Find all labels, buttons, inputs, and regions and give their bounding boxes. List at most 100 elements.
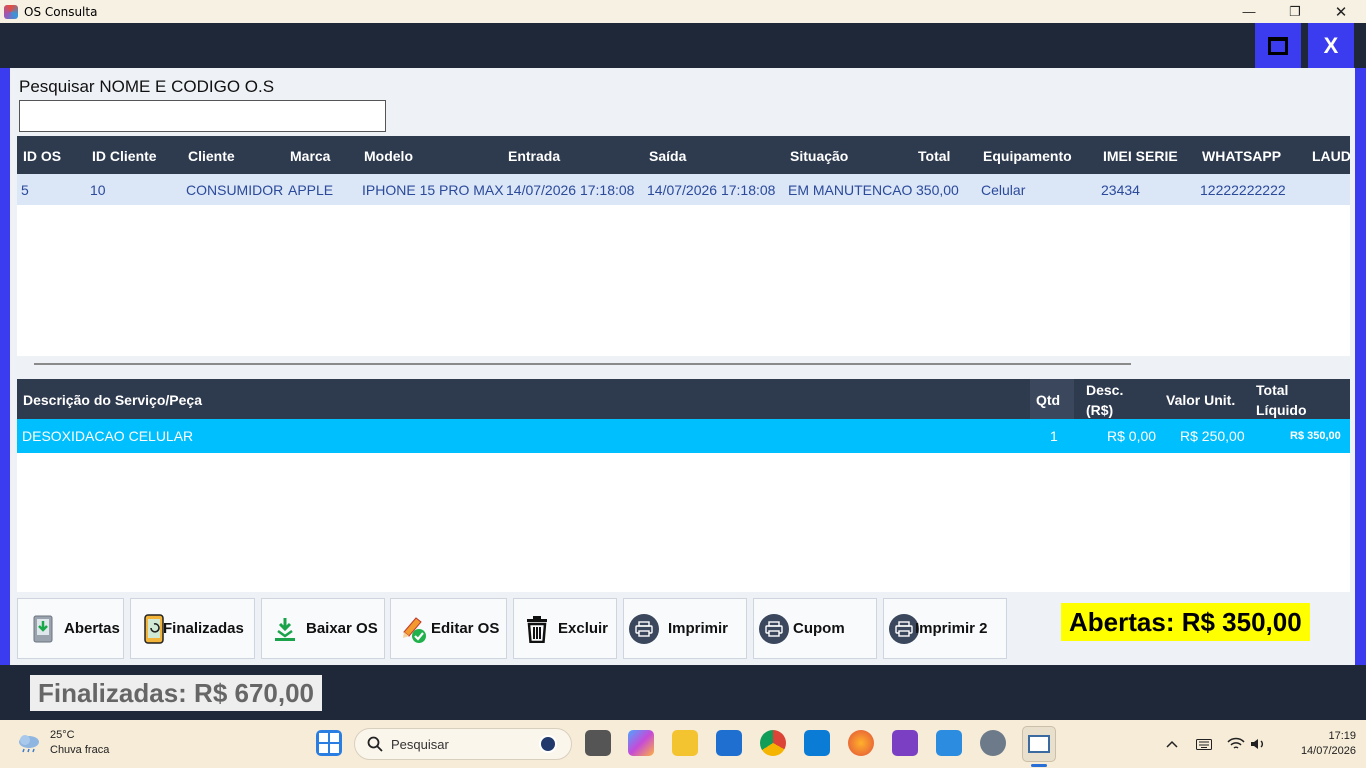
copilot-icon[interactable] bbox=[628, 730, 654, 756]
cell-equipamento: Celular bbox=[981, 182, 1026, 198]
col-situacao[interactable]: Situação bbox=[790, 148, 848, 164]
notepad-icon[interactable] bbox=[936, 730, 962, 756]
os-consulta-app-icon[interactable] bbox=[1022, 726, 1056, 762]
taskbar: 25°C Chuva fraca Pesquisar 17:19 14/07/20… bbox=[0, 720, 1366, 768]
col-laudo[interactable]: LAUDO bbox=[1312, 148, 1350, 164]
table-row[interactable]: 5 10 CONSUMIDOR APPLE IPHONE 15 PRO MAX … bbox=[17, 174, 1350, 205]
download-doc-icon bbox=[28, 614, 58, 644]
taskbar-search-placeholder: Pesquisar bbox=[391, 736, 449, 752]
cell-imei-serie: 23434 bbox=[1101, 182, 1140, 198]
excluir-button[interactable]: Excluir bbox=[513, 598, 617, 659]
list-item[interactable]: DESOXIDACAO CELULAR 1 R$ 0,00 R$ 250,00 … bbox=[17, 419, 1350, 453]
col-saida[interactable]: Saída bbox=[649, 148, 686, 164]
wifi-icon[interactable] bbox=[1227, 720, 1245, 768]
visual-studio-icon[interactable] bbox=[892, 730, 918, 756]
search-icon bbox=[367, 736, 383, 752]
main-panel: Pesquisar NOME E CODIGO O.S ID OS ID Cli… bbox=[10, 68, 1355, 665]
col-descricao[interactable]: Descrição do Serviço/Peça bbox=[23, 390, 202, 410]
app-header: X bbox=[0, 23, 1366, 68]
horizontal-scrollbar[interactable] bbox=[17, 356, 1350, 368]
col-desc-line1[interactable]: Desc. bbox=[1086, 380, 1123, 400]
microsoft-store-icon[interactable] bbox=[716, 730, 742, 756]
cell-modelo: IPHONE 15 PRO MAX bbox=[362, 182, 504, 198]
item-qtd: 1 bbox=[1050, 428, 1058, 444]
col-cliente[interactable]: Cliente bbox=[188, 148, 235, 164]
col-modelo[interactable]: Modelo bbox=[364, 148, 413, 164]
imprimir-2-button[interactable]: Imprimir 2 bbox=[883, 598, 1007, 659]
cell-id-os: 5 bbox=[21, 182, 29, 198]
clock-date: 14/07/2026 bbox=[1300, 745, 1356, 757]
col-entrada[interactable]: Entrada bbox=[508, 148, 560, 164]
left-border bbox=[0, 68, 10, 665]
printer-icon bbox=[629, 613, 659, 644]
minimize-button[interactable]: — bbox=[1226, 0, 1272, 23]
edit-check-icon bbox=[399, 614, 429, 644]
cell-id-cliente: 10 bbox=[90, 182, 106, 198]
vscode-icon[interactable] bbox=[804, 730, 830, 756]
weather-desc: Chuva fraca bbox=[50, 744, 110, 756]
cupom-button[interactable]: Cupom bbox=[753, 598, 877, 659]
item-descricao: DESOXIDACAO CELULAR bbox=[22, 428, 194, 444]
item-desc: R$ 0,00 bbox=[1107, 428, 1157, 444]
baixar-os-button[interactable]: Baixar OS bbox=[261, 598, 385, 659]
scrollbar-thumb[interactable] bbox=[34, 363, 1131, 365]
keyboard-icon[interactable] bbox=[1196, 720, 1212, 768]
col-valor-unit[interactable]: Valor Unit. bbox=[1166, 390, 1235, 410]
window-title: OS Consulta bbox=[24, 4, 98, 19]
col-marca[interactable]: Marca bbox=[290, 148, 330, 164]
cell-situacao: EM MANUTENCAO bbox=[788, 182, 913, 198]
col-total[interactable]: Total bbox=[918, 148, 950, 164]
maximize-icon bbox=[1268, 36, 1288, 55]
settings-gear-icon[interactable] bbox=[980, 730, 1006, 756]
chrome-icon[interactable] bbox=[760, 730, 786, 756]
cell-entrada: 14/07/2026 17:18:08 bbox=[506, 182, 635, 198]
finalizadas-button[interactable]: Finalizadas bbox=[130, 598, 255, 659]
col-equipamento[interactable]: Equipamento bbox=[983, 148, 1072, 164]
search-input[interactable] bbox=[19, 100, 386, 132]
close-form-button[interactable]: X bbox=[1308, 23, 1354, 68]
col-whatsapp[interactable]: WHATSAPP bbox=[1202, 148, 1281, 164]
task-view-icon[interactable] bbox=[585, 730, 611, 756]
imprimir-label: Imprimir bbox=[668, 620, 729, 637]
col-total-line1[interactable]: Total bbox=[1256, 380, 1288, 400]
right-border bbox=[1355, 68, 1366, 665]
tray-chevron-icon[interactable] bbox=[1166, 720, 1178, 768]
editar-os-label: Editar OS bbox=[431, 620, 500, 637]
maximize-button[interactable]: ❐ bbox=[1272, 0, 1318, 23]
windows-start-icon[interactable] bbox=[316, 730, 342, 756]
editar-os-button[interactable]: Editar OS bbox=[390, 598, 507, 659]
cell-saida: 14/07/2026 17:18:08 bbox=[647, 182, 776, 198]
taskbar-clock[interactable]: 17:19 14/07/2026 bbox=[1276, 729, 1356, 759]
col-qtd[interactable]: Qtd bbox=[1036, 390, 1060, 410]
abertas-label: Abertas bbox=[64, 620, 120, 637]
search-label: Pesquisar NOME E CODIGO O.S bbox=[19, 77, 275, 96]
maximize-form-button[interactable] bbox=[1255, 23, 1301, 68]
taskbar-search[interactable]: Pesquisar bbox=[354, 728, 572, 760]
os-grid[interactable]: ID OS ID Cliente Cliente Marca Modelo En… bbox=[17, 136, 1350, 358]
col-desc-line2[interactable]: (R$) bbox=[1086, 400, 1113, 420]
cell-whatsapp: 12222222222 bbox=[1200, 182, 1286, 198]
excluir-label: Excluir bbox=[558, 620, 609, 637]
abertas-button[interactable]: Abertas bbox=[17, 598, 124, 659]
cell-total: 350,00 bbox=[916, 182, 959, 198]
file-explorer-icon[interactable] bbox=[672, 730, 698, 756]
cloud-rain-icon bbox=[19, 735, 39, 753]
close-window-button[interactable]: ✕ bbox=[1318, 0, 1364, 23]
col-id-cliente[interactable]: ID Cliente bbox=[92, 148, 157, 164]
os-grid-header: ID OS ID Cliente Cliente Marca Modelo En… bbox=[17, 136, 1350, 174]
item-total: R$ 350,00 bbox=[1290, 430, 1341, 442]
volume-icon[interactable] bbox=[1250, 720, 1266, 768]
col-imei-serie[interactable]: IMEI SERIE bbox=[1103, 148, 1178, 164]
footer-bar: Finalizadas: R$ 670,00 bbox=[0, 665, 1366, 720]
items-grid[interactable]: Descrição do Serviço/Peça Qtd Desc. (R$)… bbox=[17, 379, 1350, 592]
finalizadas-total: Finalizadas: R$ 670,00 bbox=[30, 675, 323, 711]
app-icon bbox=[4, 4, 18, 19]
imprimir-2-label: Imprimir 2 bbox=[915, 620, 988, 637]
col-id-os[interactable]: ID OS bbox=[23, 148, 61, 164]
download-arrow-icon bbox=[270, 614, 300, 644]
weather-widget[interactable]: 25°C Chuva fraca bbox=[16, 728, 109, 758]
firefox-icon[interactable] bbox=[848, 730, 874, 756]
imprimir-button[interactable]: Imprimir bbox=[623, 598, 747, 659]
col-total-line2[interactable]: Líquido bbox=[1256, 400, 1307, 420]
clock-time: 17:19 bbox=[1328, 730, 1356, 742]
